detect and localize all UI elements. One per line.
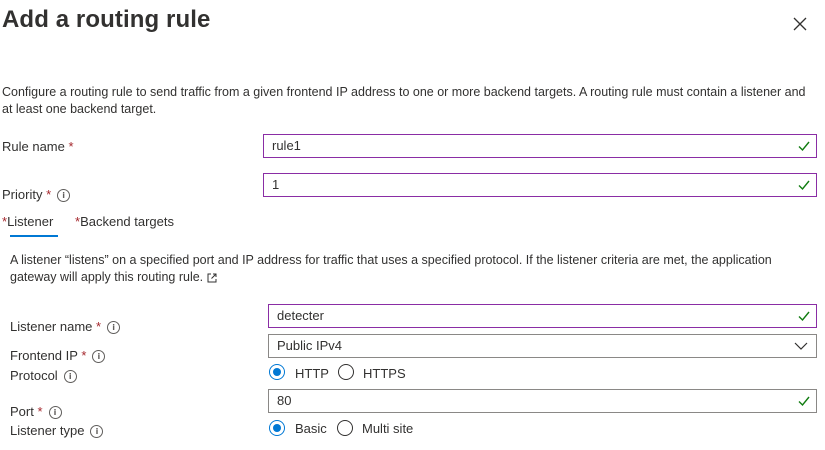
chevron-down-icon bbox=[794, 342, 808, 350]
port-input[interactable]: 80 bbox=[268, 389, 817, 413]
close-icon[interactable] bbox=[788, 12, 812, 36]
listener-type-basic-label: Basic bbox=[295, 421, 327, 436]
info-icon[interactable]: i bbox=[63, 370, 77, 384]
panel-description: Configure a routing rule to send traffic… bbox=[2, 85, 806, 116]
valid-check-icon bbox=[798, 141, 810, 152]
listener-type-basic-radio[interactable] bbox=[269, 420, 285, 436]
info-icon[interactable]: i bbox=[57, 189, 71, 203]
selected-tab-indicator bbox=[10, 235, 58, 237]
priority-input[interactable]: 1 bbox=[263, 173, 817, 197]
info-icon[interactable]: i bbox=[48, 406, 62, 420]
info-icon[interactable]: i bbox=[90, 425, 104, 439]
info-icon[interactable]: i bbox=[107, 321, 121, 335]
rule-name-input[interactable]: rule1 bbox=[263, 134, 817, 158]
protocol-http-label: HTTP bbox=[295, 366, 329, 381]
valid-check-icon bbox=[798, 311, 810, 322]
frontend-ip-label: Frontend IP * i bbox=[10, 348, 106, 364]
port-label: Port * i bbox=[10, 404, 62, 420]
frontend-ip-dropdown[interactable]: Public IPv4 bbox=[268, 334, 817, 358]
listener-name-label: Listener name * i bbox=[10, 319, 121, 335]
tab-backend-targets[interactable]: *Backend targets bbox=[75, 214, 174, 229]
protocol-http-radio[interactable] bbox=[269, 364, 285, 380]
listener-type-multisite-radio[interactable] bbox=[337, 420, 353, 436]
external-link-icon[interactable] bbox=[207, 273, 217, 283]
protocol-https-radio[interactable] bbox=[338, 364, 354, 380]
listener-description: A listener “listens” on a specified port… bbox=[10, 253, 772, 284]
valid-check-icon bbox=[798, 180, 810, 191]
listener-name-input[interactable]: detecter bbox=[268, 304, 817, 328]
listener-type-label: Listener type i bbox=[10, 423, 104, 439]
rule-name-label: Rule name * bbox=[2, 139, 74, 154]
protocol-label: Protocol i bbox=[10, 368, 77, 384]
info-icon[interactable]: i bbox=[92, 350, 106, 364]
listener-type-multisite-label: Multi site bbox=[362, 421, 414, 436]
panel-title: Add a routing rule bbox=[2, 6, 211, 33]
protocol-https-label: HTTPS bbox=[363, 366, 406, 381]
tab-listener[interactable]: *Listener bbox=[2, 214, 53, 229]
priority-label: Priority * i bbox=[2, 187, 71, 203]
valid-check-icon bbox=[798, 396, 810, 407]
